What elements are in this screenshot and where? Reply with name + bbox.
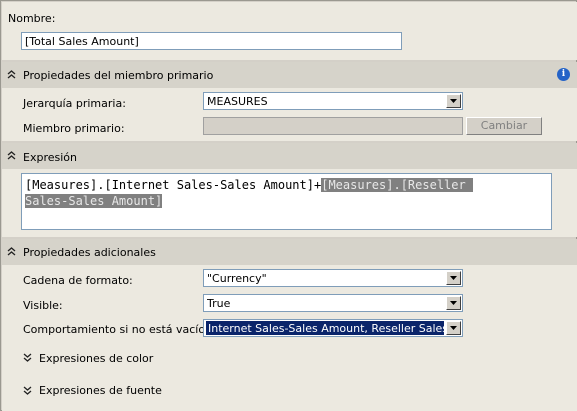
expression-line-2: Sales-Sales Amount]	[25, 193, 548, 209]
color-expressions-toggle[interactable]: Expresiones de color	[39, 352, 153, 365]
double-chevron-up-icon[interactable]	[7, 70, 17, 80]
expression-line-1: [Measures].[Internet Sales-Sales Amount]…	[25, 177, 548, 193]
expression-selected-text-2: Sales-Sales Amount]	[25, 194, 163, 208]
dropdown-arrow-icon[interactable]	[446, 271, 461, 285]
calculation-form: Nombre: [Total Sales Amount] Propiedades…	[0, 0, 577, 411]
dropdown-arrow-icon[interactable]	[446, 296, 461, 310]
expression-text: [Measures].[Internet Sales-Sales Amount]…	[25, 178, 322, 192]
parent-member-input	[203, 117, 463, 135]
expression-header[interactable]	[2, 143, 577, 169]
change-button[interactable]: Cambiar	[466, 117, 542, 135]
dropdown-arrow-icon[interactable]	[446, 321, 461, 335]
double-chevron-down-icon[interactable]	[23, 353, 33, 363]
info-icon[interactable]: i	[557, 68, 570, 81]
double-chevron-down-icon[interactable]	[23, 386, 33, 396]
visible-label: Visible:	[23, 299, 63, 312]
name-label: Nombre:	[8, 12, 56, 25]
hierarchy-label: Jerarquía primaria:	[23, 97, 126, 110]
name-section	[2, 2, 577, 60]
double-chevron-up-icon[interactable]	[7, 151, 17, 161]
visible-value: True	[207, 297, 231, 310]
double-chevron-up-icon[interactable]	[7, 247, 17, 257]
expression-title: Expresión	[23, 151, 77, 164]
expression-selected-text: [Measures].[Reseller	[321, 178, 473, 192]
expression-editor[interactable]: [Measures].[Internet Sales-Sales Amount]…	[21, 173, 552, 230]
parent-properties-title: Propiedades del miembro primario	[23, 69, 214, 82]
nonempty-select[interactable]: Internet Sales-Sales Amount, Reseller Sa…	[203, 319, 463, 337]
name-input-value: [Total Sales Amount]	[25, 35, 139, 48]
font-expressions-toggle[interactable]: Expresiones de fuente	[39, 384, 162, 397]
dropdown-arrow-icon[interactable]	[446, 94, 461, 108]
hierarchy-value: MEASURES	[207, 95, 268, 108]
hierarchy-select[interactable]: MEASURES	[203, 92, 463, 110]
format-value: "Currency"	[207, 272, 267, 285]
additional-properties-title: Propiedades adicionales	[23, 246, 156, 259]
visible-select[interactable]: True	[203, 294, 463, 312]
parent-member-label: Miembro primario:	[23, 122, 125, 135]
format-select[interactable]: "Currency"	[203, 269, 463, 287]
name-input[interactable]: [Total Sales Amount]	[21, 32, 402, 50]
nonempty-label: Comportamiento si no está vacío:	[23, 323, 209, 336]
nonempty-value: Internet Sales-Sales Amount, Reseller Sa…	[206, 321, 444, 335]
format-label: Cadena de formato:	[23, 274, 133, 287]
